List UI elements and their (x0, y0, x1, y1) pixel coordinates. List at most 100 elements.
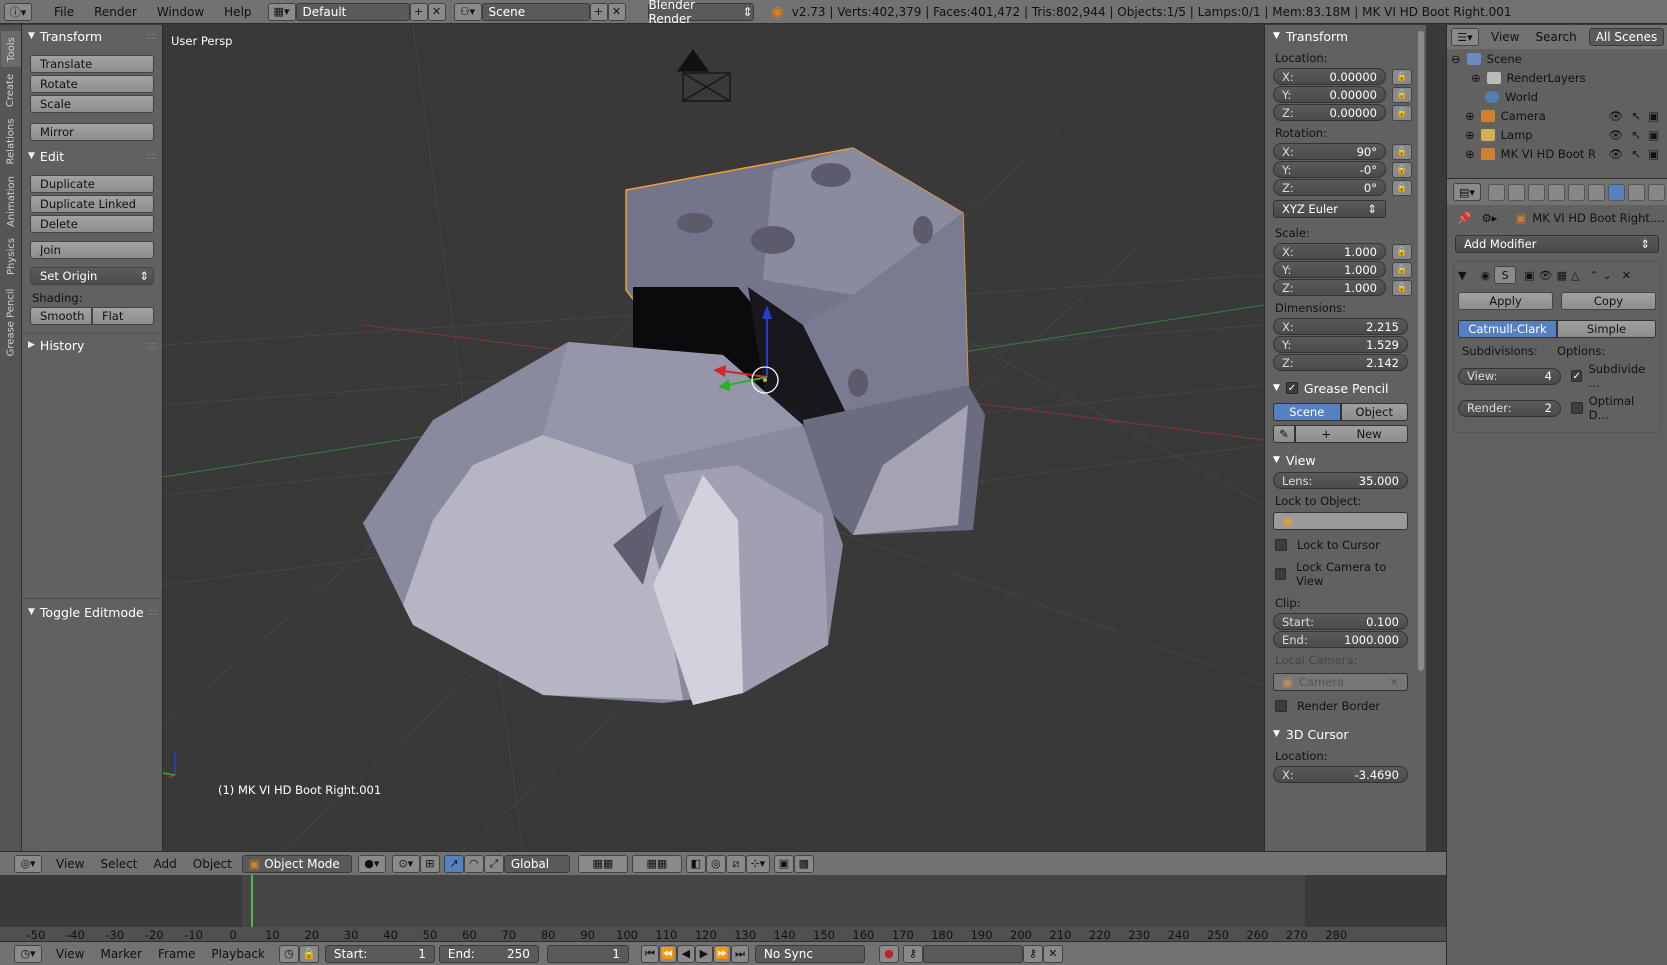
move-down-icon[interactable]: ⌄ (1603, 269, 1612, 282)
outliner-row-world[interactable]: World (1447, 87, 1667, 106)
rotate-manipulator-icon[interactable]: ◠ (463, 854, 484, 873)
npanel-transform-header[interactable]: ▼ Transform (1265, 25, 1416, 47)
menu-render[interactable]: Render (84, 5, 147, 19)
prev-keyframe-icon[interactable]: ⏪ (658, 944, 677, 963)
lock-camera-row[interactable]: Lock Camera to View (1265, 556, 1416, 592)
new-grease-layer-button[interactable]: + New (1295, 425, 1408, 443)
render-animation-icon[interactable]: ▩ (793, 854, 814, 873)
clear-icon[interactable]: ✕ (1389, 675, 1399, 689)
add-scene-icon[interactable]: + (589, 2, 608, 21)
set-origin-dropdown[interactable]: Set Origin ⇕ (30, 267, 154, 285)
manipulator-toggle-icon[interactable]: ⊞ (419, 854, 440, 873)
current-frame-field[interactable]: 1 (546, 944, 629, 963)
lock-to-cursor-checkbox[interactable] (1275, 539, 1287, 551)
modifier-name-field[interactable]: S (1494, 266, 1517, 284)
tab-animation[interactable]: Animation (1, 171, 21, 231)
lock-icon[interactable]: 🔒 (1392, 105, 1412, 121)
mirror-button[interactable]: Mirror (30, 123, 154, 141)
3d-view-editor-icon[interactable]: ◎▾ (14, 854, 42, 873)
dimensions-z-field[interactable]: Z: 2.142 (1273, 354, 1408, 371)
outliner-search-menu[interactable]: Search (1535, 30, 1576, 44)
clip-start-field[interactable]: Start: 0.100 (1273, 613, 1408, 630)
translate-button[interactable]: Translate (30, 55, 154, 73)
cursor-x-field[interactable]: X: -3.4690 (1273, 766, 1408, 783)
transform-orientation-select[interactable]: Global (503, 854, 570, 873)
outliner-editor-icon[interactable]: ☰▾ (1451, 28, 1479, 46)
dimensions-y-field[interactable]: Y: 1.529 (1273, 336, 1408, 353)
tab-grease-pencil[interactable]: Grease Pencil (1, 281, 21, 363)
toggle-editmode-panel-header[interactable]: ▼ Toggle Editmode:::: (22, 601, 163, 623)
timeline-marker-menu[interactable]: Marker (100, 947, 141, 961)
grease-scene-button[interactable]: Scene (1273, 403, 1341, 421)
rotation-z-field[interactable]: Z: 0° 🔒 (1273, 179, 1412, 196)
cage-toggle-icon[interactable]: △ (1571, 269, 1579, 282)
scrollbar-thumb[interactable] (1418, 31, 1424, 671)
select-arrow-icon[interactable]: ↖ (1631, 147, 1641, 161)
render-layers-tab-icon[interactable] (1508, 183, 1525, 201)
render-tab-icon[interactable] (1488, 183, 1505, 201)
3d-viewport[interactable]: User Persp (1) MK VI HD Boot Right.001 (163, 25, 1264, 851)
scale-z-field[interactable]: Z: 1.000 🔒 (1273, 279, 1412, 296)
optimal-display-checkbox[interactable] (1571, 402, 1583, 414)
timeline-frame-menu[interactable]: Frame (158, 947, 195, 961)
end-frame-field[interactable]: End: 250 (438, 944, 539, 963)
render-toggle-icon[interactable]: ▣ (1524, 269, 1534, 282)
jump-end-icon[interactable]: ⏭ (730, 944, 749, 963)
view-menu[interactable]: View (56, 857, 84, 871)
outliner-filter-select[interactable]: All Scenes (1588, 28, 1665, 46)
grease-object-button[interactable]: Object (1340, 403, 1408, 421)
object-menu[interactable]: Object (193, 857, 232, 871)
render-engine-select[interactable]: Blender Render ⇕ (647, 0, 754, 26)
collapse-triangle-icon[interactable]: ▼ (1458, 269, 1466, 282)
panel-grip-icon[interactable]: :::: (147, 340, 158, 351)
pivot-point-icon[interactable]: ⊙▾ (391, 854, 420, 873)
location-z-field[interactable]: Z: 0.00000 🔒 (1273, 104, 1412, 121)
add-menu[interactable]: Add (154, 857, 177, 871)
properties-editor-icon[interactable]: ▤▾ (1453, 183, 1481, 201)
scale-manipulator-icon[interactable]: ⤢ (483, 854, 504, 873)
select-menu[interactable]: Select (100, 857, 137, 871)
location-x-field[interactable]: X: 0.00000 🔒 (1273, 68, 1412, 85)
subdivide-uvs-row[interactable]: ✓ Subdivide ... (1567, 360, 1660, 392)
rotation-x-field[interactable]: X: 90° 🔒 (1273, 143, 1412, 160)
info-editor-icon[interactable]: ⓘ▾ (4, 2, 32, 21)
jump-start-icon[interactable]: ⏮ (640, 944, 659, 963)
subdiv-view-field[interactable]: View: 4 (1458, 367, 1561, 385)
lock-icon[interactable]: 🔒 (1392, 144, 1412, 160)
play-reverse-icon[interactable]: ◀ (676, 944, 695, 963)
camera-object[interactable] (676, 48, 731, 102)
catmull-clark-button[interactable]: Catmull-Clark (1458, 320, 1557, 338)
menu-window[interactable]: Window (147, 5, 214, 19)
rotate-button[interactable]: Rotate (30, 75, 154, 93)
outliner-row-camera[interactable]: ⊕ Camera 👁 ↖ ▣ (1447, 106, 1667, 125)
start-frame-field[interactable]: Start: 1 (324, 944, 435, 963)
duplicate-linked-button[interactable]: Duplicate Linked (30, 195, 154, 213)
lock-icon[interactable]: 🔒 (1392, 244, 1412, 260)
add-modifier-select[interactable]: Add Modifier ⇕ (1455, 235, 1659, 253)
outliner-view-menu[interactable]: View (1491, 30, 1519, 44)
grease-pencil-checkbox[interactable]: ✓ (1285, 382, 1298, 394)
close-icon[interactable]: ✕ (1622, 269, 1631, 282)
timeline-view-menu[interactable]: View (56, 947, 84, 961)
world-tab-icon[interactable] (1548, 183, 1565, 201)
lock-icon[interactable]: 🔒 (1392, 162, 1412, 178)
interaction-mode-select[interactable]: ▣ Object Mode (241, 854, 352, 873)
snap-icon[interactable]: ⧄ (725, 854, 746, 873)
3d-cursor-header[interactable]: ▼ 3D Cursor (1265, 723, 1416, 745)
stopwatch-icon[interactable]: ◷ (278, 944, 299, 963)
outliner-row-renderlayers[interactable]: ⊕ RenderLayers (1447, 68, 1667, 87)
join-button[interactable]: Join (30, 241, 154, 259)
delete-button[interactable]: Delete (30, 215, 154, 233)
render-border-checkbox[interactable] (1275, 700, 1287, 712)
npanel-scrollbar[interactable] (1416, 25, 1426, 851)
edit-panel-header[interactable]: ▼ Edit:::: (22, 145, 162, 167)
copy-button[interactable]: Copy (1561, 292, 1656, 310)
rotation-mode-select[interactable]: XYZ Euler ⇕ (1273, 200, 1386, 218)
translate-manipulator-icon[interactable]: ↗ (443, 854, 464, 873)
pencil-icon[interactable]: ✎ (1273, 425, 1295, 443)
snap-element-icon[interactable]: ⊹▾ (745, 854, 770, 873)
view-panel-header[interactable]: ▼ View (1265, 449, 1416, 471)
tab-tools[interactable]: Tools (1, 31, 21, 67)
render-camera-icon[interactable]: ▣ (1648, 147, 1659, 161)
remove-layout-icon[interactable]: ✕ (427, 2, 446, 21)
